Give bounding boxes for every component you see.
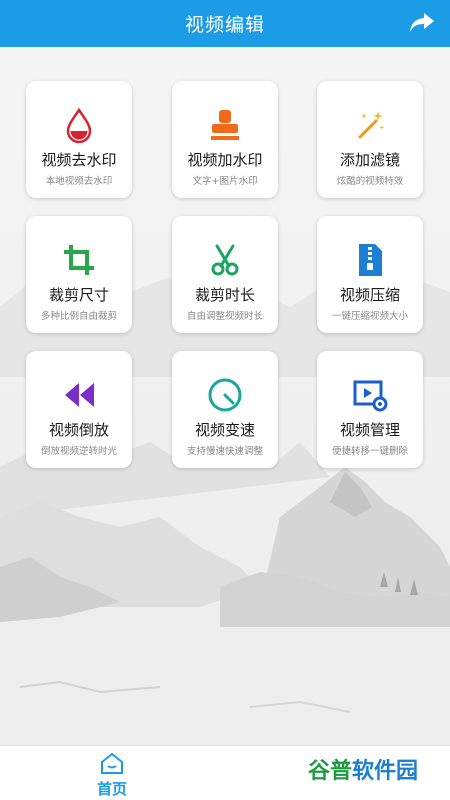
card-compress-video[interactable]: 视频压缩 一键压缩视频大小 xyxy=(317,216,423,333)
card-label: 视频压缩 xyxy=(339,286,400,304)
card-label: 添加滤镜 xyxy=(339,151,400,169)
card-subtitle: 倒放视频逆转时光 xyxy=(40,446,117,457)
card-label: 裁剪时长 xyxy=(194,286,255,304)
speedometer-icon xyxy=(208,378,242,412)
crop-icon xyxy=(64,245,94,275)
page-title: 视频编辑 xyxy=(184,14,265,36)
card-manage-videos[interactable]: 视频管理 便捷转移一键删除 xyxy=(317,351,423,468)
card-add-filter[interactable]: 添加滤镜 炫酷的视频特效 xyxy=(317,81,423,198)
zip-icon xyxy=(359,244,382,276)
card-label: 视频倒放 xyxy=(48,421,109,439)
card-subtitle: 文字+图片水印 xyxy=(192,176,258,187)
watermark-logo: 谷普软件园 xyxy=(308,753,418,785)
card-subtitle: 便捷转移一键删除 xyxy=(331,446,408,457)
magic-wand-icon xyxy=(358,111,385,139)
scissors-icon xyxy=(211,244,239,276)
card-label: 视频变速 xyxy=(194,421,255,439)
card-subtitle: 本地视频去水印 xyxy=(45,176,113,187)
card-subtitle: 自由调整视频时长 xyxy=(186,311,263,322)
card-subtitle: 一键压缩视频大小 xyxy=(331,311,408,322)
card-change-speed[interactable]: 视频变速 支持慢速快速调整 xyxy=(172,351,278,468)
card-label: 视频管理 xyxy=(339,421,400,439)
card-subtitle: 炫酷的视频特效 xyxy=(336,176,404,187)
tab-home[interactable]: 首页 xyxy=(82,746,142,800)
app-header: 视频编辑 xyxy=(0,0,450,47)
card-reverse-video[interactable]: 视频倒放 倒放视频逆转时光 xyxy=(26,351,132,468)
card-trim-duration[interactable]: 裁剪时长 自由调整视频时长 xyxy=(172,216,278,333)
drop-icon xyxy=(66,107,92,143)
card-remove-watermark[interactable]: 视频去水印 本地视频去水印 xyxy=(26,81,132,198)
stamp-icon xyxy=(211,110,239,140)
tab-home-label: 首页 xyxy=(96,780,127,798)
card-subtitle: 支持慢速快速调整 xyxy=(186,446,263,457)
card-subtitle: 多种比例自由裁剪 xyxy=(40,311,117,322)
video-settings-icon xyxy=(353,380,388,412)
rewind-icon xyxy=(65,383,94,407)
card-add-watermark[interactable]: 视频加水印 文字+图片水印 xyxy=(172,81,278,198)
card-label: 裁剪尺寸 xyxy=(48,286,109,304)
card-label: 视频去水印 xyxy=(41,151,117,169)
card-label: 视频加水印 xyxy=(187,151,263,169)
card-crop-size[interactable]: 裁剪尺寸 多种比例自由裁剪 xyxy=(26,216,132,333)
home-icon xyxy=(101,752,123,774)
share-icon[interactable] xyxy=(408,10,436,36)
watermark-part1: 谷普 xyxy=(308,759,353,784)
watermark-part2: 软件园 xyxy=(352,759,419,784)
